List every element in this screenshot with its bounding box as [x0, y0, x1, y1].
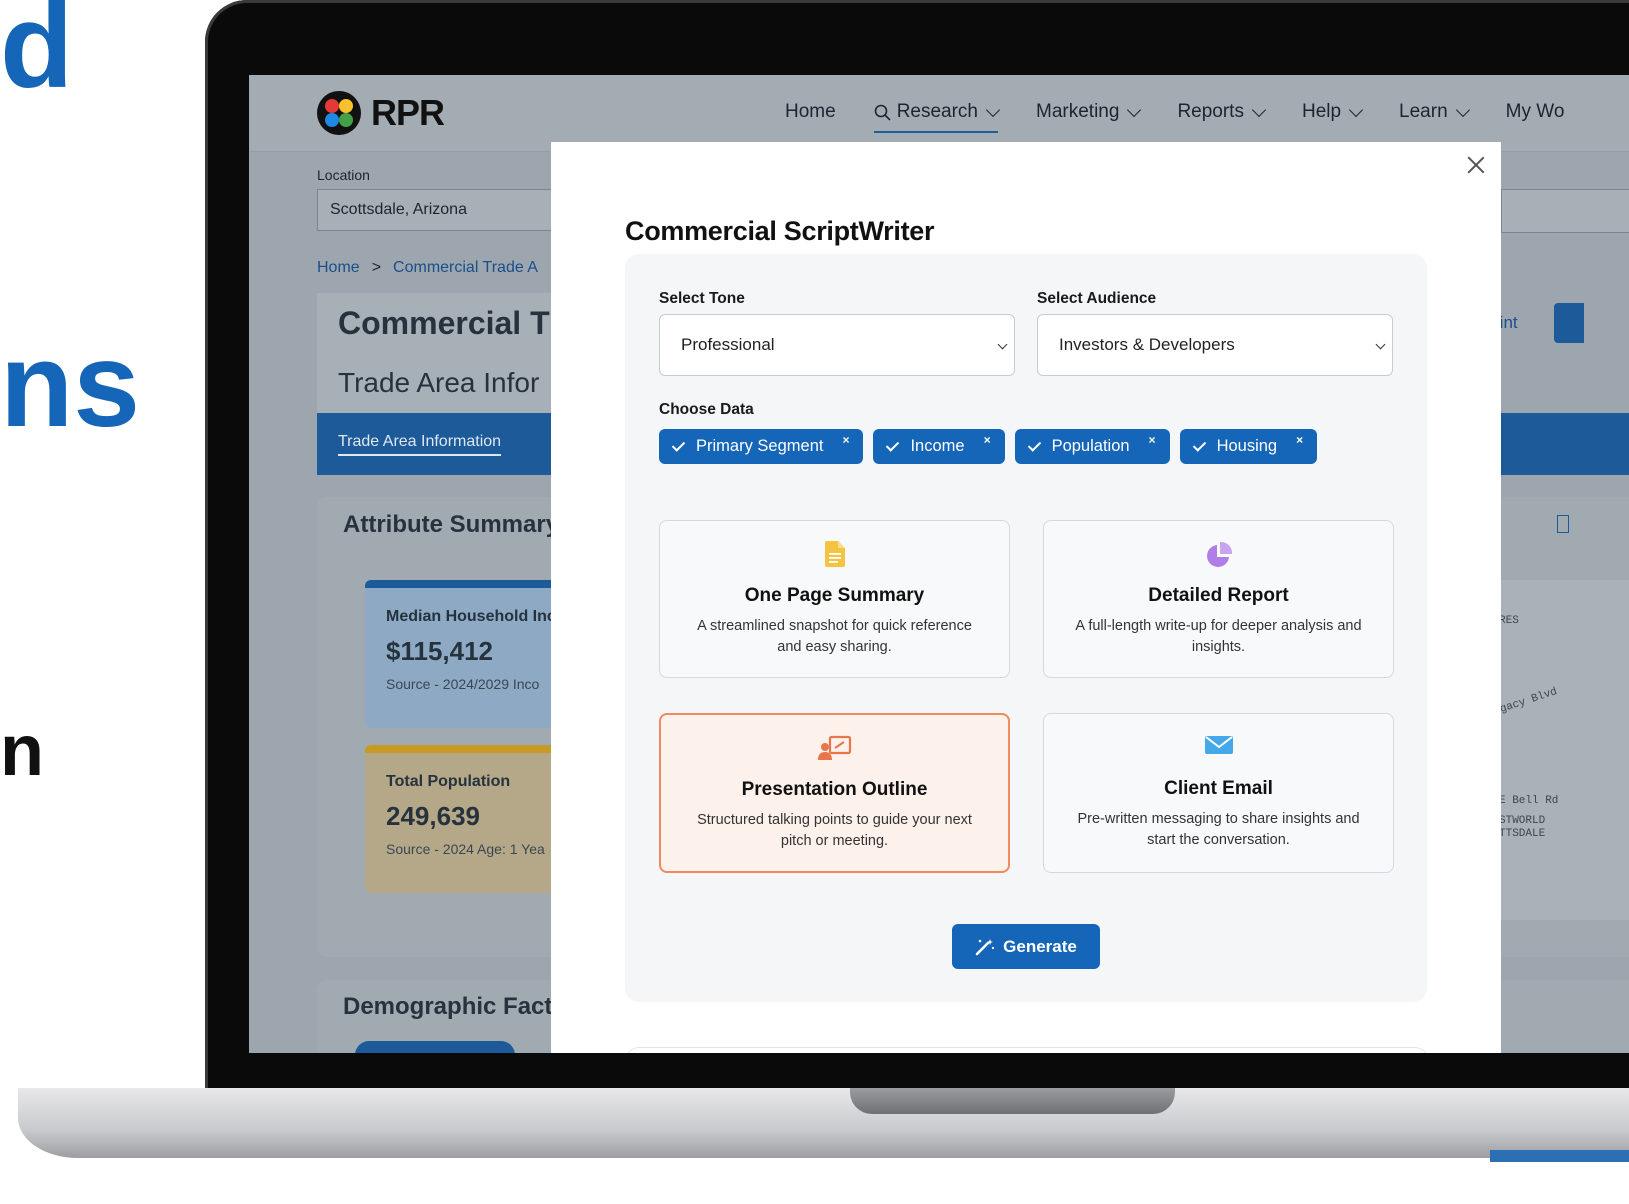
option-detailed-report[interactable]: Detailed Report A full-length write-up f…: [1043, 520, 1394, 678]
laptop-base: [18, 1088, 1629, 1158]
pie-chart-icon: [1206, 541, 1232, 567]
option-presentation-outline[interactable]: Presentation Outline Structured talking …: [659, 713, 1010, 873]
chip-population[interactable]: Population ×: [1014, 429, 1170, 464]
option-description: A full-length write-up for deeper analys…: [1075, 618, 1362, 655]
nav-marketing[interactable]: Marketing: [1036, 101, 1142, 123]
check-icon: [1192, 437, 1206, 452]
remove-icon[interactable]: ×: [1149, 433, 1156, 447]
document-icon[interactable]: [1557, 515, 1569, 533]
option-title: Detailed Report: [1148, 585, 1289, 606]
stat-value: 249,639: [386, 801, 480, 831]
map-label: TTSDALE: [1499, 828, 1546, 840]
modal-form: Select Tone Professional Select Audience…: [625, 254, 1427, 1002]
option-one-page-summary[interactable]: One Page Summary A streamlined snapshot …: [659, 520, 1010, 678]
nav-learn[interactable]: Learn: [1399, 101, 1470, 123]
chevron-down-icon: [1251, 102, 1267, 117]
page-title: Commercial T: [338, 305, 550, 341]
check-icon: [1027, 437, 1041, 452]
option-description: A streamlined snapshot for quick referen…: [697, 618, 972, 655]
check-icon: [886, 437, 900, 452]
stat-source: Source - 2024/2029 Inco: [386, 676, 540, 692]
generate-button[interactable]: Generate: [952, 924, 1100, 969]
chip-primary-segment[interactable]: Primary Segment ×: [659, 429, 864, 464]
location-input-secondary[interactable]: [1501, 189, 1629, 233]
marketing-headline-2: ns: [0, 318, 141, 452]
option-title: Client Email: [1164, 778, 1273, 799]
chevron-down-icon: [1127, 102, 1142, 117]
document-icon: [824, 541, 845, 567]
map-area[interactable]: RES gacy Blvd E Bell Rd STWORLD TTSDALE: [1499, 580, 1629, 920]
demographic-tab[interactable]: [355, 1041, 515, 1053]
nav-help[interactable]: Help: [1302, 101, 1364, 123]
tone-select[interactable]: Professional: [659, 314, 1015, 376]
option-description: Structured talking points to guide your …: [697, 812, 972, 849]
nav-home[interactable]: Home: [785, 101, 836, 123]
check-icon: [671, 437, 686, 452]
demographic-title: Demographic Fact: [343, 993, 553, 1020]
chevron-down-icon: [997, 339, 1008, 350]
breadcrumb-separator: >: [371, 259, 382, 276]
marketing-headline-3: n: [0, 711, 44, 791]
chip-housing[interactable]: Housing ×: [1179, 429, 1318, 464]
search-icon: [874, 104, 891, 121]
option-title: Presentation Outline: [741, 779, 928, 800]
laptop-screen: RPR Home Research Marketing Reports Help…: [249, 75, 1629, 1053]
modal-title: Commercial ScriptWriter: [625, 216, 935, 246]
audience-label: Select Audience: [1037, 290, 1157, 307]
tone-label: Select Tone: [659, 290, 745, 307]
generate-label: Generate: [1003, 936, 1077, 956]
envelope-icon: [1204, 736, 1233, 754]
audience-select[interactable]: Investors & Developers: [1037, 314, 1393, 376]
nav-research[interactable]: Research: [873, 101, 1001, 133]
location-label: Location: [317, 167, 370, 183]
marketing-headline-1: d: [0, 0, 74, 113]
audience-value: Investors & Developers: [1059, 335, 1235, 354]
logo-text: RPR: [371, 92, 445, 133]
choose-data-label: Choose Data: [659, 401, 754, 418]
attribute-summary-title: Attribute Summary: [343, 511, 560, 538]
laptop-notch: [850, 1088, 1175, 1114]
chip-income[interactable]: Income ×: [873, 429, 1005, 464]
remove-icon[interactable]: ×: [842, 433, 849, 447]
tone-value: Professional: [681, 335, 775, 354]
base-accent: [1490, 1150, 1629, 1162]
remove-icon[interactable]: ×: [984, 433, 991, 447]
map-label: E Bell Rd: [1499, 795, 1559, 807]
option-description: Pre-written messaging to share insights …: [1077, 811, 1360, 848]
main-nav: Home Research Marketing Reports Help Lea…: [785, 101, 1565, 133]
chevron-down-icon: [1455, 102, 1470, 117]
breadcrumb: Home > Commercial Trade A: [317, 259, 538, 277]
data-chips: Primary Segment × Income × Population × …: [659, 429, 1318, 464]
stat-label: Total Population: [386, 773, 511, 790]
map-label: STWORLD: [1499, 815, 1546, 827]
stat-label: Median Household Inc: [386, 608, 556, 625]
stat-source: Source - 2024 Age: 1 Yea: [386, 841, 545, 857]
option-client-email[interactable]: Client Email Pre-written messaging to sh…: [1043, 713, 1394, 873]
page-subtitle: Trade Area Infor: [338, 367, 540, 398]
chevron-down-icon: [1375, 339, 1386, 350]
nav-reports[interactable]: Reports: [1177, 101, 1267, 123]
remove-icon[interactable]: ×: [1296, 433, 1303, 447]
rpr-logo[interactable]: RPR: [317, 91, 445, 135]
map-label: RES: [1499, 615, 1519, 627]
close-icon[interactable]: [1465, 154, 1487, 176]
action-button[interactable]: [1554, 303, 1584, 343]
tab-trade-area-information[interactable]: Trade Area Information: [338, 433, 502, 456]
app-header: RPR Home Research Marketing Reports Help…: [249, 75, 1629, 152]
magic-wand-icon: [975, 938, 995, 955]
breadcrumb-commercial[interactable]: Commercial Trade A: [393, 259, 538, 277]
scriptwriter-modal: Commercial ScriptWriter Select Tone Prof…: [551, 142, 1501, 1053]
chevron-down-icon: [985, 102, 1001, 117]
chevron-down-icon: [1348, 102, 1364, 117]
stat-value: $115,412: [386, 636, 494, 666]
nav-my-work[interactable]: My Wo: [1506, 101, 1565, 123]
map-label: gacy Blvd: [1498, 686, 1559, 716]
results-panel: [625, 1047, 1429, 1053]
option-title: One Page Summary: [744, 585, 925, 606]
rpr-logo-icon: [317, 91, 361, 135]
presentation-icon: [817, 735, 851, 760]
breadcrumb-home[interactable]: Home: [317, 259, 360, 277]
